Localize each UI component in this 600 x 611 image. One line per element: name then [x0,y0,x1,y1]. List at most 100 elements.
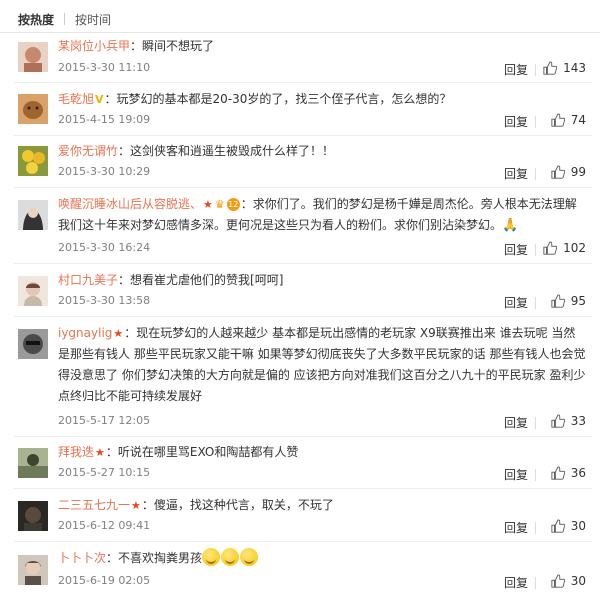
like-count: 74 [570,113,586,127]
avatar[interactable] [18,555,48,585]
timestamp: 2015-4-15 19:09 [58,113,151,126]
avatar[interactable] [18,200,48,230]
timestamp: 2015-3-30 10:29 [58,165,151,178]
avatar-image [18,94,48,124]
comment-item: 毛乾旭V：玩梦幻的基本都是20-30岁的了，找三个侄子代言，怎么想的？ 2015… [0,83,600,136]
comment-meta: 2015-3-30 10:29 回复 99 [58,165,586,183]
thumbs-up-icon [551,414,565,428]
avatar-image [18,146,48,176]
tab-time[interactable]: 按时间 [75,11,111,28]
reply-button[interactable]: 回复 [504,165,528,182]
avatar-image [18,276,48,306]
avatar[interactable] [18,94,48,124]
comment-meta: 2015-5-17 12:05 回复 33 [58,414,586,432]
username[interactable]: 二三五七九一 [58,498,130,512]
verified-badge-icon: V [95,93,104,106]
reply-button[interactable]: 回复 [504,414,528,431]
comment-item: 卜卜卜次：不喜欢掏粪男孩 2015-6-19 02:05 回复 30 [0,542,600,598]
like-count: 36 [570,466,586,480]
timestamp: 2015-5-17 12:05 [58,414,151,427]
like-button[interactable]: 30 [551,574,586,588]
reply-button[interactable]: 回复 [504,241,528,258]
reply-button[interactable]: 回复 [504,113,528,130]
level-badge-icon: 12 [226,198,240,211]
reply-button[interactable]: 回复 [504,61,528,78]
crown-icon: ♛ [214,198,225,211]
avatar[interactable] [18,448,48,478]
timestamp: 2015-6-12 09:41 [58,519,151,532]
username[interactable]: 毛乾旭 [58,92,94,106]
meta-divider [535,244,536,256]
avatar[interactable] [18,276,48,306]
comment-item: 唤醒沉睡冰山后从容脱逃、★ ♛ 12 ：求你们了。我们的梦幻是杨千嬅是周杰伦。旁人根本… [0,188,600,264]
reply-button[interactable]: 回复 [504,466,528,483]
timestamp: 2015-5-27 10:15 [58,466,151,479]
username[interactable]: 某岗位小兵甲 [58,39,130,53]
thumbs-up-icon [543,61,558,75]
like-count: 99 [570,165,586,179]
meta-divider [535,168,536,180]
avatar-image [18,200,48,230]
meta-divider [535,469,536,481]
meta-divider [535,522,536,534]
like-button[interactable]: 102 [543,241,586,255]
reply-button[interactable]: 回复 [504,574,528,591]
like-button[interactable]: 99 [551,165,586,179]
comment-content: ：瞬间不想玩了 [130,39,215,53]
comment-meta: 2015-3-30 13:58 回复 95 [58,294,586,312]
comment-content: ：现在玩梦幻的人越来越少 基本都是玩出感情的老玩家 X9联赛推出来 谁去玩呢 当… [58,326,586,403]
avatar[interactable] [18,146,48,176]
avatar[interactable] [18,42,48,72]
like-button[interactable]: 143 [543,61,586,75]
like-count: 102 [563,241,586,255]
username[interactable]: 唤醒沉睡冰山后从容脱逃、 [58,197,202,211]
reply-button[interactable]: 回复 [504,519,528,536]
comment-meta: 2015-5-27 10:15 回复 36 [58,466,586,484]
avatar-image [18,42,48,72]
comment-content: ：听说在哪里骂EXO和陶喆都有人赞 [105,445,299,459]
reply-button[interactable]: 回复 [504,294,528,311]
meta-divider [535,297,536,309]
avatar-image [18,448,48,478]
comment-meta: 2015-3-30 11:10 回复 143 [58,61,586,79]
pray-emoji-icon: 🙏 [502,218,519,233]
laughing-emoji-icon [240,548,259,566]
like-button[interactable]: 33 [551,414,586,428]
username[interactable]: 爱你无谓竹 [58,144,118,158]
like-button[interactable]: 95 [551,294,586,308]
like-button[interactable]: 36 [551,466,586,480]
comment-content: ：傻逼，找这种代言，取关，不玩了 [141,498,334,512]
comment-content: ：不喜欢掏粪男孩 [106,551,203,565]
laughing-emoji-icon [202,548,221,566]
comment-content: ：这剑侠客和逍遥生被毁成什么样了！！ [118,144,335,158]
meta-divider [535,577,536,589]
tab-hot[interactable]: 按热度 [18,11,54,28]
avatar[interactable] [18,501,48,531]
timestamp: 2015-3-30 16:24 [58,241,151,254]
like-button[interactable]: 74 [551,113,586,127]
member-star-icon: ★ [113,327,124,340]
like-count: 30 [570,519,586,533]
comment-text: 唤醒沉睡冰山后从容脱逃、★ ♛ 12 ：求你们了。我们的梦幻是杨千嬅是周杰伦。旁人根本… [58,194,586,236]
username[interactable]: iygnaylig [58,326,112,340]
thumbs-up-icon [551,165,565,179]
comment-meta: 2015-3-30 16:24 回复 102 [58,241,586,259]
like-button[interactable]: 30 [551,519,586,533]
thumbs-up-icon [551,113,565,127]
username[interactable]: 拜我迭 [58,445,94,459]
comment-meta: 2015-6-12 09:41 回复 30 [58,519,586,537]
sort-tabs: 按热度 按时间 [18,8,111,30]
comment-meta: 2015-4-15 19:09 回复 74 [58,113,586,131]
member-star-icon: ★ [131,499,141,512]
comment-text: 拜我迭★：听说在哪里骂EXO和陶喆都有人赞 [58,442,586,463]
thumbs-up-icon [551,519,565,533]
like-count: 30 [570,574,586,588]
avatar[interactable] [18,329,48,359]
username[interactable]: 村口九美子 [58,273,118,287]
member-star-icon: ★ [203,198,213,211]
comment-text: 卜卜卜次：不喜欢掏粪男孩 [58,548,586,569]
username[interactable]: 卜卜卜次 [58,551,106,565]
like-count: 143 [563,61,586,75]
avatar-image [18,555,48,585]
like-count: 33 [570,414,586,428]
